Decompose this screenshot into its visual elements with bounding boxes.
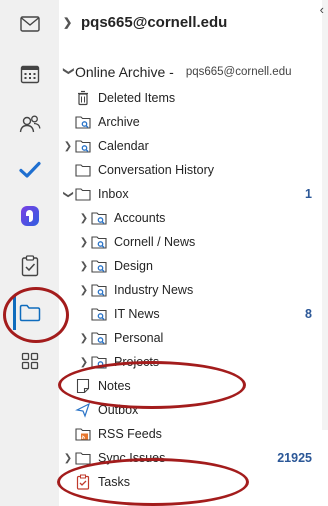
folder-label: Tasks — [98, 475, 130, 489]
task-clipboard-icon — [75, 474, 91, 490]
folder-icon — [75, 186, 91, 202]
todo-check-icon[interactable] — [10, 152, 50, 188]
folder-row[interactable]: ❯ Inbox 1 — [59, 182, 328, 206]
mail-icon[interactable] — [10, 6, 50, 42]
archive-email: pqs665@cornell.edu — [185, 66, 292, 78]
folder-row[interactable]: ❯ Projects — [59, 350, 328, 374]
folder-pane: ‹ ❯ pqs665@cornell.edu ❯ Online Archive … — [59, 0, 328, 506]
folder-row[interactable]: Conversation History — [59, 158, 328, 182]
folder-row[interactable]: Deleted Items — [59, 86, 328, 110]
folder-label: Deleted Items — [98, 91, 176, 105]
folder-label: Sync Issues — [98, 451, 166, 465]
chevron-down-icon[interactable]: ❯ — [63, 66, 76, 78]
folder-label: Conversation History — [98, 163, 215, 177]
chevron-right-icon[interactable]: ❯ — [79, 357, 89, 368]
folder-icon — [75, 450, 91, 466]
archive-name: Online Archive - — [75, 64, 174, 80]
search-folder-icon — [75, 114, 91, 130]
calendar-icon[interactable] — [10, 56, 50, 92]
folder-label: Inbox — [98, 187, 129, 201]
folder-row[interactable]: IT News 8 — [59, 302, 328, 326]
trash-icon — [75, 90, 91, 106]
folder-row[interactable]: ❯ Cornell / News — [59, 230, 328, 254]
search-folder-icon — [91, 234, 107, 250]
unread-count-badge: 21925 — [277, 451, 312, 465]
folder-label: RSS Feeds — [98, 427, 162, 441]
folder-row[interactable]: RSS Feeds — [59, 422, 328, 446]
folder-icon — [75, 162, 91, 178]
folder-row[interactable]: ❯ Sync Issues 21925 — [59, 446, 328, 470]
folder-label: Notes — [98, 379, 131, 393]
chevron-right-icon[interactable]: ❯ — [79, 285, 89, 296]
folder-row[interactable]: Archive — [59, 110, 328, 134]
folder-row[interactable]: Outbox — [59, 398, 328, 422]
chevron-down-icon[interactable]: ❯ — [63, 189, 74, 199]
folder-icon[interactable] — [10, 295, 50, 331]
rss-icon — [75, 426, 91, 442]
folder-row[interactable]: ❯ Accounts — [59, 206, 328, 230]
loop-icon[interactable] — [10, 198, 50, 234]
folder-list: Deleted Items Archive ❯ Calendar Conversatio… — [59, 86, 328, 494]
folder-label: Accounts — [114, 211, 166, 225]
search-folder-icon — [91, 258, 107, 274]
folder-label: Industry News — [114, 283, 194, 297]
search-folder-icon — [91, 282, 107, 298]
people-icon[interactable] — [10, 106, 50, 142]
app-rail — [0, 0, 60, 506]
collapse-pane-button[interactable]: ‹ — [320, 2, 324, 17]
clipboard-check-icon[interactable] — [10, 248, 50, 284]
chevron-right-icon[interactable]: ❯ — [79, 237, 89, 248]
search-folder-icon — [91, 330, 107, 346]
folder-label: Archive — [98, 115, 140, 129]
folder-row[interactable]: ❯ Design — [59, 254, 328, 278]
folder-label: Outbox — [98, 403, 139, 417]
account-header[interactable]: ❯ pqs665@cornell.edu — [63, 14, 227, 31]
chevron-right-icon[interactable]: ❯ — [79, 261, 89, 272]
chevron-right-icon[interactable]: ❯ — [79, 333, 89, 344]
folder-label: Cornell / News — [114, 235, 196, 249]
folder-label: Projects — [114, 355, 160, 369]
chevron-right-icon[interactable]: ❯ — [63, 141, 73, 152]
search-folder-icon — [75, 138, 91, 154]
chevron-right-icon[interactable]: ❯ — [63, 16, 75, 29]
online-archive-header[interactable]: ❯ Online Archive - pqs665@cornell.edu — [63, 64, 292, 80]
apps-grid-icon[interactable] — [10, 343, 50, 379]
note-icon — [75, 378, 91, 394]
folder-row[interactable]: ❯ Calendar — [59, 134, 328, 158]
unread-count-badge: 1 — [305, 187, 312, 201]
folder-row[interactable]: Notes — [59, 374, 328, 398]
search-folder-icon — [91, 354, 107, 370]
search-folder-icon — [91, 306, 107, 322]
folder-row[interactable]: ❯ Personal — [59, 326, 328, 350]
folder-label: Design — [114, 259, 153, 273]
chevron-right-icon[interactable]: ❯ — [79, 213, 89, 224]
folder-row[interactable]: Tasks — [59, 470, 328, 494]
chevron-right-icon[interactable]: ❯ — [63, 453, 73, 464]
unread-count-badge: 8 — [305, 307, 312, 321]
folder-row[interactable]: ❯ Industry News — [59, 278, 328, 302]
folder-label: Calendar — [98, 139, 149, 153]
outbox-icon — [75, 402, 91, 418]
account-label: pqs665@cornell.edu — [81, 14, 228, 31]
folder-label: IT News — [114, 307, 160, 321]
search-folder-icon — [91, 210, 107, 226]
folder-label: Personal — [114, 331, 164, 345]
